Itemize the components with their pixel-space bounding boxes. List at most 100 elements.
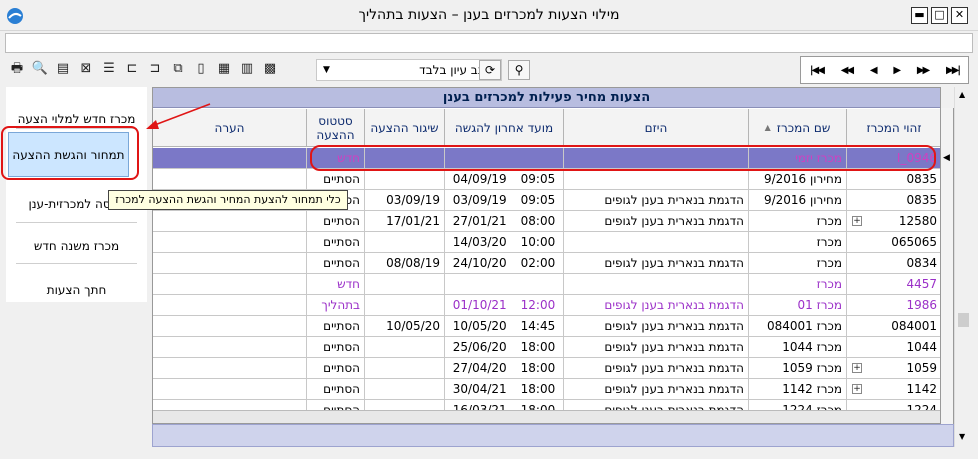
vertical-scrollbar[interactable]: ▲ ▼ [954,87,971,447]
previous-page-icon[interactable]: ◀◀ [841,65,854,76]
close-button[interactable]: ✕ [951,7,968,24]
previous-record-icon[interactable]: ◀ [870,65,878,76]
column-header-deadline[interactable]: מועד אחרון להגשה [445,109,564,147]
deadline-time: 10:00 [520,235,556,249]
table-row[interactable]: 065065 מכרז 14/03/20 10:00 הסתיים [153,232,940,253]
sidebar-item-offer-cut[interactable]: חתך הצעות [6,283,147,297]
cell-note [153,211,307,232]
print-preview-icon[interactable]: 🔍 [31,60,49,78]
print-icon[interactable]: 🖶 [8,60,26,78]
cell-initiator [564,274,749,295]
cell-initiator: הדגמת בנארית בענן לגופים [564,337,749,358]
cell-initiator: הדגמת בנארית בענן לגופים [564,211,749,232]
minimize-button[interactable]: ▬ [911,7,928,24]
cell-status: הסתיים [307,316,365,337]
table-row[interactable]: 1059 + מכרז 1059 הדגמת בנארית בענן לגופים 27… [153,358,940,379]
sidebar-item-new-tender[interactable]: מכרז חדש למלוי הצעה [6,112,147,126]
table-row[interactable]: 1044 מכרז 1044 הדגמת בנארית בענן לגופים 25/… [153,337,940,358]
cell-id: 4457 [847,274,940,295]
current-row-pointer-icon: ◀ [943,153,950,163]
last-record-icon[interactable]: ▶▶| [946,65,961,76]
cell-deadline: 27/04/20 18:00 [445,358,564,379]
highlight-box-sidebar [1,126,139,180]
scroll-thumb[interactable] [958,313,969,327]
excel-icon[interactable]: ⊠ [77,60,95,78]
cell-status: בתהליך [307,295,365,316]
cell-initiator: הדגמת בנארית בענן לגופים [564,379,749,400]
table-icon[interactable]: ▥ [238,60,256,78]
deadline-date: 10/05/20 [452,319,507,333]
cell-name: מכרז [749,211,847,232]
view-mode-select[interactable]: מצב עיון בלבד ▼ [316,59,502,81]
column-header-sent[interactable]: שיגור ההצעה [365,109,445,147]
tooltip: כלי תמחור להצעת המחיר והגשת ההצעה למכרז [108,190,348,210]
cell-deadline: 24/10/20 02:00 [445,253,564,274]
message-bar[interactable] [5,33,973,53]
next-page-icon[interactable]: ▶▶ [917,65,930,76]
form-icon[interactable]: ▦ [215,60,233,78]
divider [16,263,137,264]
cell-name: מכרז 084001 [749,316,847,337]
scroll-up-icon[interactable]: ▲ [959,90,965,99]
cell-sent [365,295,445,316]
cell-note [153,232,307,253]
tree-icon[interactable]: ⊏ [123,60,141,78]
cell-note [153,274,307,295]
new-document-icon[interactable]: ▯ [192,60,210,78]
table-row[interactable]: 0835 מחירון 9/2016 04/09/19 09:05 הסתיים [153,169,940,190]
next-record-icon[interactable]: ▶ [893,65,901,76]
row-indicator-column: ◀ [941,108,954,424]
search-button[interactable]: ⚲ [508,60,530,80]
cell-deadline: 30/04/21 18:00 [445,379,564,400]
cell-note [153,253,307,274]
expand-icon[interactable]: + [852,384,862,394]
sidebar-item-new-subtender[interactable]: מכרז משנה חדש [6,239,147,253]
cell-initiator: הדגמת בנארית בענן לגופים [564,358,749,379]
table-row[interactable]: 12580 + מכרז הדגמת בנארית בענן לגופים 27/01/… [153,211,940,232]
cell-status: הסתיים [307,232,365,253]
cell-sent [365,169,445,190]
column-header-id[interactable]: זהוי המכרז [847,109,940,147]
horizontal-bar[interactable] [152,424,954,447]
deadline-date: 03/09/19 [452,193,507,207]
deadline-date: 14/03/20 [452,235,507,249]
scroll-down-icon[interactable]: ▼ [959,432,965,441]
cell-deadline: 27/01/21 08:00 [445,211,564,232]
table-row[interactable]: 1142 + מכרז 1142 הדגמת בנארית בענן לגופים 30… [153,379,940,400]
divider [16,222,137,223]
copy-icon[interactable]: ⧉ [169,60,187,78]
record-navigator: |◀◀ ◀◀ ◀ ▶ ▶▶ ▶▶| [800,56,969,84]
deadline-date: 25/06/20 [452,340,507,354]
cell-name: מכרז 1142 [749,379,847,400]
cell-note [153,316,307,337]
grid-view-icon[interactable]: ▩ [261,60,279,78]
table-row[interactable]: 0834 מכרז הדגמת בנארית בענן לגופים 24/10/20… [153,253,940,274]
report-icon[interactable]: ▤ [54,60,72,78]
highlight-box-row [310,145,936,171]
maximize-button[interactable]: □ [931,7,948,24]
column-header-initiator[interactable]: היזם [564,109,749,147]
cell-name: מכרז [749,232,847,253]
offers-grid: הצעות מחיר פעילות למכרזים בענן זהוי המכר… [152,87,941,424]
cell-initiator: הדגמת בנארית בענן לגופים [564,190,749,211]
folder-tree-icon[interactable]: ⊐ [146,60,164,78]
column-header-name[interactable]: ▲ שם המכרז [749,109,847,147]
cell-status: הסתיים [307,358,365,379]
table-row[interactable]: 4457 מכרז חדש [153,274,940,295]
first-record-icon[interactable]: |◀◀ [810,65,825,76]
cell-sent [365,358,445,379]
table-row[interactable]: 084001 מכרז 084001 הדגמת בנארית בענן לגופי… [153,316,940,337]
grid-footer [153,410,940,423]
list-icon[interactable]: ☰ [100,60,118,78]
refresh-button[interactable]: ⟳ [479,60,501,80]
cell-name: מכרז 01 [749,295,847,316]
table-row[interactable]: 1986 מכרז 01 הדגמת בנארית בענן לגופים 01/10… [153,295,940,316]
expand-icon[interactable]: + [852,216,862,226]
cell-id: 0835 [847,169,940,190]
cell-note [153,295,307,316]
cell-sent [365,337,445,358]
column-header-status[interactable]: סטטוס ההצעה [307,109,365,147]
cell-deadline [445,274,564,295]
cell-id: 084001 [847,316,940,337]
expand-icon[interactable]: + [852,363,862,373]
